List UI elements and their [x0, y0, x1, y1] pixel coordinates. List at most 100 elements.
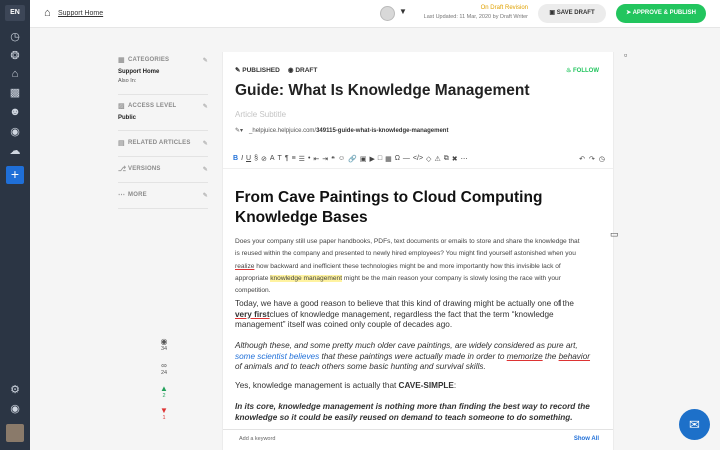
paragraph[interactable]: Does your company still use paper handbo…: [235, 236, 585, 297]
more-section[interactable]: ⋯ MORE ✎: [118, 191, 208, 199]
edit-icon[interactable]: ✎: [203, 140, 208, 147]
comment-icon[interactable]: ▭: [610, 229, 619, 240]
paragraph[interactable]: Today, we have a good reason to believe …: [235, 299, 591, 331]
hr-icon[interactable]: —: [403, 155, 410, 163]
follow-button[interactable]: ♨ FOLLOW: [566, 67, 599, 74]
folder-icon: ▦: [118, 57, 125, 64]
article-url[interactable]: ✎▾ _helpjuice.helpjuice.com/349115-guide…: [235, 127, 448, 135]
users-icon[interactable]: ☻: [7, 104, 23, 120]
callout-icon[interactable]: ⚠: [434, 155, 440, 163]
editor-page: ✎ PUBLISHED ◉ DRAFT ♨ FOLLOW Guide: What…: [222, 52, 614, 450]
chart-icon[interactable]: ▩: [7, 85, 23, 101]
clear-format-icon[interactable]: ⊘: [261, 155, 267, 163]
categories-label: CATEGORIES: [128, 57, 170, 63]
text-cursor-icon: I: [559, 298, 562, 308]
content-heading[interactable]: From Cave Paintings to Cloud Computing K…: [235, 188, 575, 228]
chevron-down-icon[interactable]: ▼: [399, 7, 407, 16]
comment-icon[interactable]: ▫: [624, 50, 627, 60]
versions-section[interactable]: ⎇ VERSIONS ✎: [118, 165, 208, 173]
save-draft-button[interactable]: ▣ SAVE DRAFT: [538, 4, 606, 23]
cloud-upload-icon[interactable]: ☁: [7, 143, 23, 159]
indent-icon[interactable]: ⇥: [322, 155, 328, 163]
paragraph[interactable]: Although these, and some pretty much old…: [235, 341, 591, 373]
divider: [118, 156, 208, 157]
strikethrough-icon[interactable]: §: [254, 155, 258, 163]
home-icon[interactable]: ⌂: [44, 7, 51, 19]
show-all-link[interactable]: Show All: [574, 436, 599, 442]
divider: [223, 168, 613, 169]
italic-icon[interactable]: I: [241, 155, 243, 163]
unordered-list-icon[interactable]: •: [308, 155, 310, 163]
editor-toolbar: B I U § ⊘ A T ¶ ≡ ☰ • ⇤ ⇥ ❝ ☺ 🔗 ▣ ▶ □ ▦ …: [233, 155, 605, 163]
special-char-icon[interactable]: Ω: [395, 155, 400, 163]
glasses-icon: ∞: [161, 361, 167, 370]
outdent-icon[interactable]: ⇤: [313, 155, 319, 163]
network-icon[interactable]: ❂: [7, 48, 23, 64]
align-icon[interactable]: ≡: [292, 155, 296, 163]
link-icon[interactable]: 🔗: [348, 155, 357, 163]
approve-publish-label: APPROVE & PUBLISH: [632, 10, 696, 16]
highlighted-text: knowledge management: [270, 274, 343, 282]
access-level-section[interactable]: ▨ ACCESS LEVEL ✎ Public: [118, 102, 208, 121]
breadcrumb[interactable]: Support Home: [58, 10, 103, 17]
related-articles-label: RELATED ARTICLES: [128, 140, 191, 146]
ordered-list-icon[interactable]: ☰: [299, 155, 305, 163]
text-run: Does your company still use paper handbo…: [235, 238, 580, 258]
tag-icon[interactable]: ◇: [426, 155, 431, 163]
file-icon[interactable]: □: [378, 155, 382, 163]
redo-icon[interactable]: ↷: [589, 155, 595, 163]
edit-icon[interactable]: ✎: [203, 57, 208, 64]
chat-icon: ✉: [689, 417, 700, 432]
text-run: clues of knowledge management, regardles…: [235, 309, 554, 330]
more-tools-icon[interactable]: ⋯: [461, 155, 468, 163]
paragraph[interactable]: Yes, knowledge management is actually th…: [235, 381, 591, 392]
font-size-icon[interactable]: T: [278, 155, 282, 163]
article-title[interactable]: Guide: What Is Knowledge Management: [235, 82, 530, 100]
published-tab[interactable]: ✎ PUBLISHED: [235, 66, 280, 74]
spellcheck-word: behavior: [558, 351, 591, 361]
underline-icon[interactable]: U: [246, 155, 251, 163]
edit-icon[interactable]: ✎: [203, 103, 208, 110]
keyword-input[interactable]: Add a keyword: [239, 436, 275, 442]
views-count: 34: [160, 346, 168, 352]
paragraph[interactable]: In its core, knowledge management is not…: [235, 402, 591, 428]
code-icon[interactable]: </>: [413, 155, 423, 163]
bell-icon: ♨: [565, 68, 573, 74]
globe-icon[interactable]: ◉: [7, 124, 23, 140]
edit-icon[interactable]: ✎: [203, 192, 208, 199]
globe-settings-icon[interactable]: ◉: [7, 401, 23, 417]
quote-icon[interactable]: ❝: [331, 155, 335, 163]
language-switch[interactable]: EN: [5, 5, 25, 21]
categories-section[interactable]: ▦ CATEGORIES ✎ Support Home Also In:: [118, 56, 208, 84]
draft-tab[interactable]: ◉ DRAFT: [288, 66, 318, 74]
video-icon[interactable]: ▶: [369, 155, 374, 163]
related-articles-section[interactable]: ▤ RELATED ARTICLES ✎: [118, 139, 208, 147]
fullscreen-icon[interactable]: ⧉: [444, 155, 449, 163]
bold-icon[interactable]: B: [233, 155, 238, 163]
dislikes-stat: ▼ 1: [155, 406, 173, 421]
divider: [118, 208, 208, 209]
author-avatar[interactable]: [380, 6, 395, 21]
also-in-label: Also In:: [118, 78, 137, 84]
url-prefix: _helpjuice.helpjuice.com/: [249, 127, 317, 134]
edit-icon[interactable]: ✎: [203, 166, 208, 173]
history-icon[interactable]: ◷: [599, 155, 605, 163]
user-avatar-rail[interactable]: [6, 424, 24, 442]
inline-link[interactable]: some scientist believes: [235, 352, 319, 361]
clock-icon[interactable]: ◷: [7, 29, 23, 45]
font-color-icon[interactable]: A: [270, 155, 275, 163]
chat-widget-button[interactable]: ✉: [679, 409, 710, 440]
table-icon[interactable]: ▦: [385, 155, 392, 163]
undo-icon[interactable]: ↶: [579, 155, 585, 163]
emoji-icon[interactable]: ☺: [338, 155, 345, 163]
settings-icon[interactable]: ⚙: [7, 382, 23, 398]
subtitle-input[interactable]: Article Subtitle: [235, 110, 286, 119]
follow-label: FOLLOW: [573, 68, 599, 74]
paragraph-format-icon[interactable]: ¶: [285, 155, 289, 163]
html-icon[interactable]: ✖: [452, 155, 458, 163]
approve-publish-button[interactable]: ➤ APPROVE & PUBLISH: [616, 4, 706, 23]
image-icon[interactable]: ▣: [360, 155, 367, 163]
home-icon[interactable]: ⌂: [7, 66, 23, 82]
views-stat: ◉ 34: [155, 337, 173, 352]
create-button[interactable]: +: [6, 166, 24, 184]
